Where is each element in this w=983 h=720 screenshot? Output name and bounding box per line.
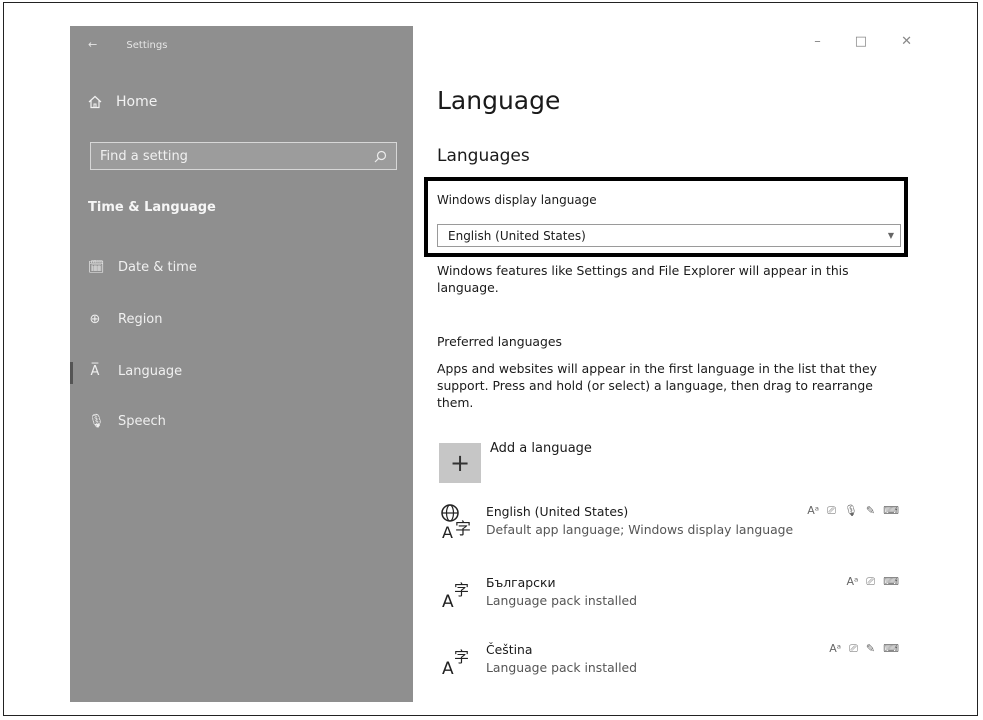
nav-home-label: Home (116, 94, 158, 110)
display-language-help: Windows features like Settings and File … (437, 263, 849, 295)
display-language-value: English (United States) (448, 228, 586, 243)
languages-heading: Languages (437, 146, 530, 166)
language-item-english[interactable]: A 字 English (United States) Default app … (439, 500, 899, 544)
svg-text:字: 字 (454, 581, 469, 599)
language-pack-icon: Aᵃ (829, 642, 842, 655)
search-input[interactable]: Find a setting (90, 142, 397, 170)
maximize-button[interactable]: □ (855, 34, 867, 49)
minimize-button[interactable]: – (814, 34, 821, 49)
display-language-dropdown[interactable]: English (United States) ▼ (437, 224, 901, 247)
add-language-button[interactable]: + (439, 443, 481, 483)
chevron-down-icon: ▼ (887, 231, 894, 240)
svg-text:A: A (442, 523, 453, 542)
handwriting-icon: ✎ (865, 504, 876, 517)
display-icon: ⎚ (827, 504, 836, 517)
display-icon: ⎚ (866, 575, 876, 588)
sidebar-item-label: Region (118, 312, 163, 327)
search-placeholder: Find a setting (100, 148, 188, 164)
back-arrow-icon[interactable]: ← (88, 38, 97, 51)
settings-content: – □ ✕ Language Languages Windows display… (413, 26, 930, 702)
keyboard-icon: ⌨ (883, 642, 899, 655)
sidebar-item-label: Speech (118, 414, 166, 429)
preferred-heading: Preferred languages (437, 334, 562, 349)
page-title: Language (437, 86, 561, 115)
selected-indicator (70, 362, 73, 384)
svg-text:字: 字 (454, 648, 469, 666)
sidebar-item-label: Date & time (118, 260, 197, 275)
display-icon: ⎚ (849, 642, 858, 655)
language-desc: Language pack installed (486, 593, 638, 608)
search-icon (374, 150, 387, 162)
language-name: English (United States) (486, 504, 629, 519)
plus-icon: + (449, 449, 471, 477)
keyboard-icon: ⌨ (883, 504, 899, 517)
language-icon: A̅ (90, 364, 100, 379)
speech-icon: 🎙 (843, 504, 858, 517)
language-name: Български (486, 575, 556, 590)
sidebar-item-speech[interactable]: 🎙 Speech (88, 414, 166, 429)
language-features: Aᵃ ⎚ ✎ ⌨ (829, 642, 899, 656)
globe-icon: ⊕ (89, 312, 101, 327)
app-title: Settings (126, 40, 168, 51)
sidebar-item-region[interactable]: ⊕ Region (88, 312, 163, 327)
microphone-icon: 🎙 (88, 414, 105, 429)
titlebar-left: ← Settings (88, 38, 167, 51)
language-item-czech[interactable]: A 字 Čeština Language pack installed Aᵃ ⎚… (439, 638, 899, 682)
language-desc: Default app language; Windows display la… (486, 522, 794, 537)
close-button[interactable]: ✕ (901, 34, 912, 49)
language-name: Čeština (486, 642, 533, 657)
sidebar-item-label: Language (118, 364, 183, 379)
add-language-label[interactable]: Add a language (490, 441, 592, 456)
nav-home[interactable]: Home (88, 94, 157, 110)
section-heading: Time & Language (88, 200, 216, 215)
display-language-label: Windows display language (437, 193, 597, 207)
svg-text:A: A (442, 592, 454, 612)
language-icon: A 字 (442, 648, 469, 679)
home-icon (88, 95, 102, 109)
settings-sidebar: ← Settings Home Find a setting Time & La… (70, 26, 413, 702)
language-icon: A 字 (442, 581, 469, 612)
handwriting-icon: ✎ (865, 642, 876, 655)
sidebar-item-language[interactable]: A̅ Language (88, 364, 183, 379)
language-features: Aᵃ ⎚ 🎙 ✎ ⌨ (807, 504, 899, 518)
svg-text:字: 字 (455, 519, 471, 538)
language-item-bulgarian[interactable]: A 字 Български Language pack installed Aᵃ… (439, 571, 899, 615)
svg-text:A: A (442, 659, 454, 679)
language-features: Aᵃ ⎚ ⌨ (846, 575, 899, 589)
window-controls: – □ ✕ (814, 34, 912, 49)
language-pack-icon: Aᵃ (846, 575, 859, 588)
preferred-description: Apps and websites will appear in the fir… (437, 361, 877, 410)
language-pack-icon: Aᵃ (807, 504, 820, 517)
sidebar-item-date-time[interactable]: 🗓 Date & time (88, 260, 197, 275)
keyboard-icon: ⌨ (883, 575, 899, 588)
calendar-clock-icon: 🗓 (88, 260, 105, 275)
language-desc: Language pack installed (486, 660, 638, 675)
globe-language-icon: A 字 (441, 504, 471, 542)
